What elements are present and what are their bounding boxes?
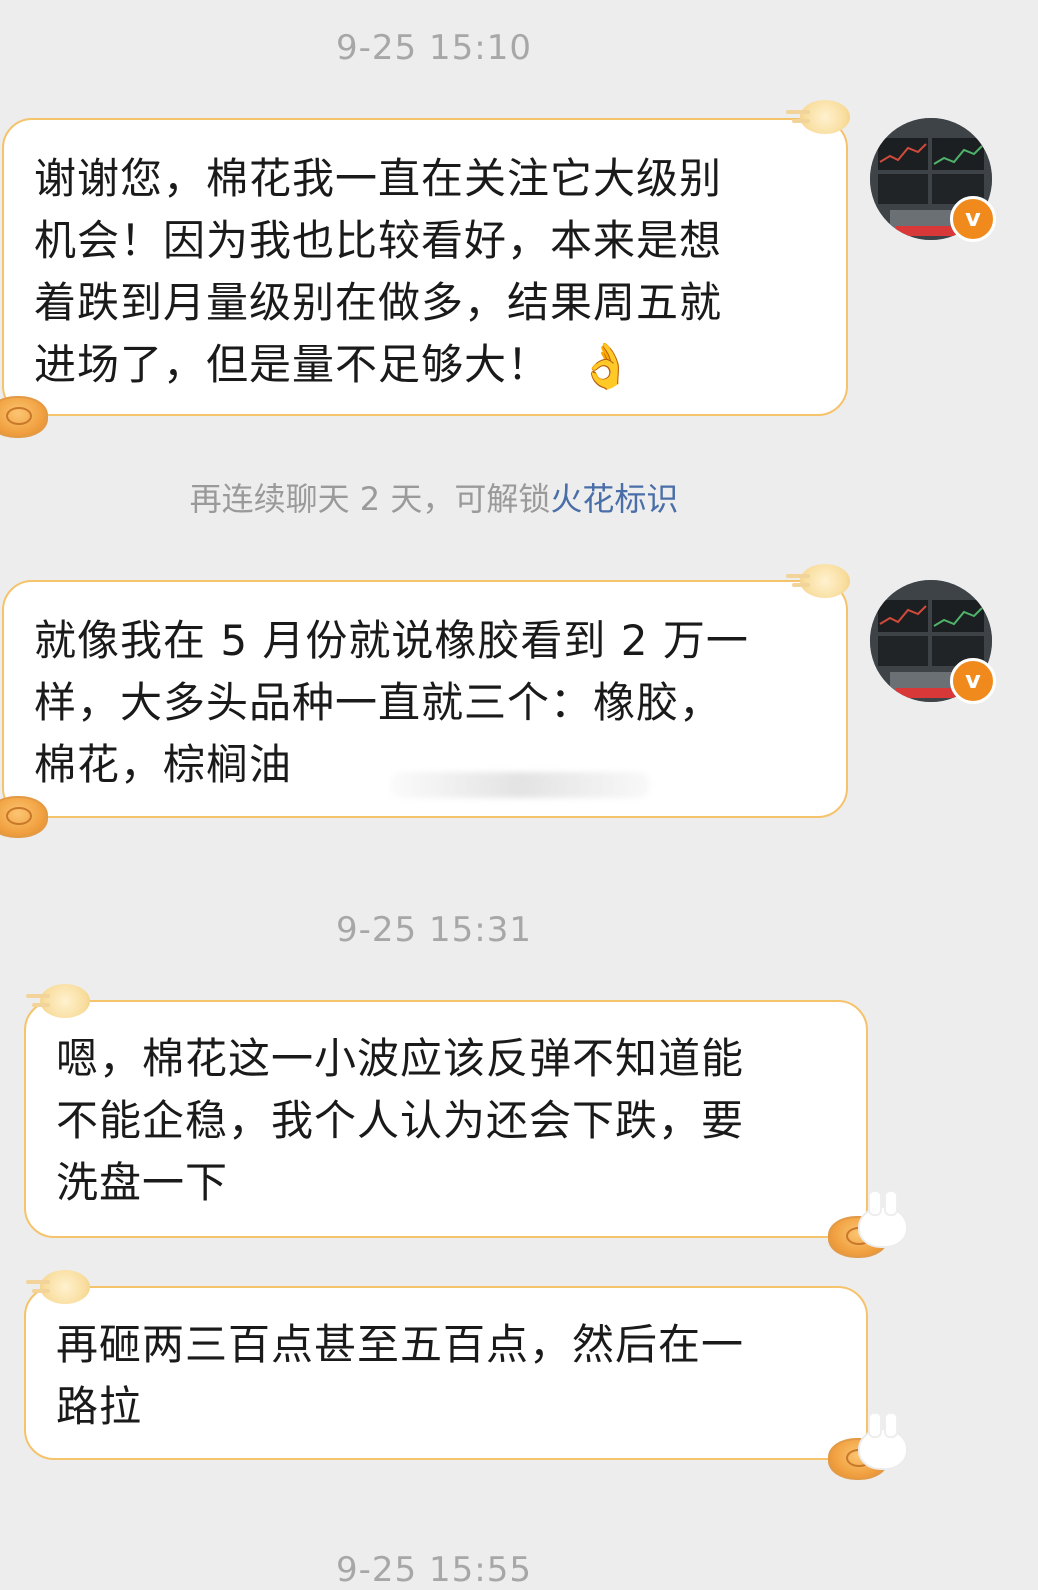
message-text: 就像我在 5 月份就说橡胶看到 2 万一 样，大多头品种一直就三个：橡胶， 棉花… [34,616,749,789]
bunny-decoration-icon [858,1412,908,1470]
message-bubble[interactable]: 再砸两三百点甚至五百点，然后在一 路拉 [24,1286,868,1460]
message-bubble[interactable]: 谢谢您，棉花我一直在关注它大级别 机会！因为我也比较看好，本来是想 着跌到月量级… [2,118,848,416]
moon-decoration-icon [26,1270,90,1304]
mooncake-decoration-icon [0,796,48,838]
bunny-decoration-icon [858,1190,908,1248]
verified-badge-icon: v [950,196,996,242]
hands-emoji: 👌 [578,341,634,392]
message-text: 再砸两三百点甚至五百点，然后在一 路拉 [56,1320,745,1431]
spark-link[interactable]: 火花标识 [550,480,678,518]
blurred-watermark [390,772,650,798]
message-bubble[interactable]: 嗯，棉花这一小波应该反弹不知道能 不能企稳，我个人认为还会下跌，要 洗盘一下 [24,1000,868,1238]
streak-notice: 再连续聊天 2 天，可解锁火花标识 [0,474,868,520]
timestamp: 9-25 15:31 [336,910,532,950]
notice-text: 再连续聊天 2 天，可解锁 [189,480,551,518]
moon-decoration-icon [786,564,850,598]
message-text: 嗯，棉花这一小波应该反弹不知道能 不能企稳，我个人认为还会下跌，要 洗盘一下 [56,1034,745,1207]
verified-badge-icon: v [950,658,996,704]
timestamp-partial: 9-25 15:55 [336,1550,532,1590]
timestamp: 9-25 15:10 [336,28,532,68]
moon-decoration-icon [786,100,850,134]
mooncake-decoration-icon [0,396,48,438]
moon-decoration-icon [26,984,90,1018]
